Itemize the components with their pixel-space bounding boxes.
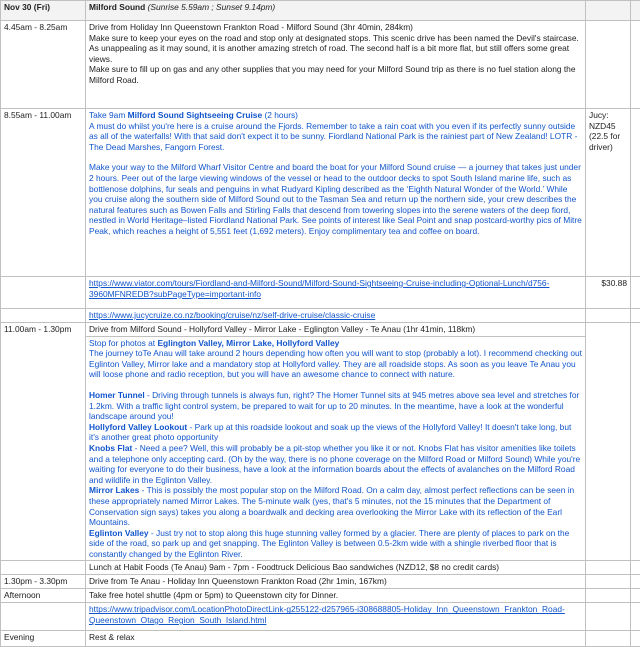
- drive-route: Drive from Milford Sound - Hollyford Val…: [89, 324, 582, 335]
- description-paragraph: Make your way to the Milford Wharf Visit…: [89, 162, 582, 236]
- cruise-heading: Take 9am Milford Sound Sightseeing Cruis…: [89, 110, 582, 121]
- schedule-row: https://www.tripadvisor.com/LocationPhot…: [1, 603, 640, 631]
- extra-cell[interactable]: [631, 109, 640, 277]
- cruise-name: Milford Sound Sightseeing Cruise: [128, 110, 262, 120]
- schedule-row: 8.55am - 11.00am Take 9am Milford Sound …: [1, 109, 640, 277]
- schedule-row: 11.00am - 1.30pm Drive from Milford Soun…: [1, 323, 640, 561]
- schedule-row: 4.45am - 8.25am Drive from Holiday Inn Q…: [1, 21, 640, 109]
- schedule-row: Lunch at Habit Foods (Te Anau) 9am - 7pm…: [1, 561, 640, 575]
- stop-text: - Need a pee? Well, this will probably b…: [89, 443, 580, 485]
- time-cell[interactable]: [1, 277, 86, 309]
- stop-name: Knobs Flat: [89, 443, 132, 453]
- price-cell[interactable]: [586, 575, 631, 589]
- description-cell[interactable]: https://www.viator.com/tours/Fiordland-a…: [86, 277, 586, 309]
- extra-cell[interactable]: [631, 323, 640, 561]
- description-paragraph: Drive from Holiday Inn Queenstown Frankt…: [89, 22, 582, 33]
- stop-eglinton-valley: Eglinton Valley - Just try not to stop a…: [89, 528, 582, 560]
- time-cell[interactable]: [1, 561, 86, 575]
- description-cell[interactable]: Take 9am Milford Sound Sightseeing Cruis…: [86, 109, 586, 277]
- description-cell[interactable]: Drive from Milford Sound - Hollyford Val…: [86, 323, 586, 561]
- price-cell[interactable]: [586, 1, 631, 21]
- stop-text: - Just try not to stop along this huge s…: [89, 528, 569, 559]
- extra-cell[interactable]: [631, 589, 640, 603]
- stop-text: - Driving through tunnels is always fun,…: [89, 390, 579, 421]
- time-cell[interactable]: Evening: [1, 631, 86, 647]
- extra-cell[interactable]: [631, 1, 640, 21]
- extra-cell[interactable]: [631, 575, 640, 589]
- description-cell[interactable]: Lunch at Habit Foods (Te Anau) 9am - 7pm…: [86, 561, 586, 575]
- price-cell[interactable]: [586, 323, 631, 561]
- price-cell[interactable]: $30.88: [586, 277, 631, 309]
- stop-name: Mirror Lakes: [89, 485, 139, 495]
- time-cell[interactable]: 4.45am - 8.25am: [1, 21, 86, 109]
- cell-divider: [86, 336, 585, 337]
- schedule-row: Afternoon Take free hotel shuttle (4pm o…: [1, 589, 640, 603]
- time-cell[interactable]: 11.00am - 1.30pm: [1, 323, 86, 561]
- description-cell[interactable]: Drive from Holiday Inn Queenstown Frankt…: [86, 21, 586, 109]
- stop-homer-tunnel: Homer Tunnel - Driving through tunnels i…: [89, 390, 582, 422]
- cruise-duration: (2 hours): [262, 110, 298, 120]
- paragraph-gap: [89, 380, 582, 390]
- time-cell[interactable]: Afternoon: [1, 589, 86, 603]
- description-cell[interactable]: https://www.jucycruize.co.nz/booking/cru…: [86, 309, 586, 323]
- stops-heading: Stop for photos at Eglington Valley, Mir…: [89, 338, 582, 349]
- stop-hollyford-lookout: Hollyford Valley Lookout - Park up at th…: [89, 422, 582, 443]
- description-paragraph: The journey toTe Anau will take around 2…: [89, 348, 582, 380]
- price-cell[interactable]: [586, 603, 631, 631]
- price-cell[interactable]: [586, 561, 631, 575]
- description-paragraph: A must do whilst you're here is a cruise…: [89, 121, 582, 153]
- stops-block: Stop for photos at Eglington Valley, Mir…: [89, 338, 582, 560]
- schedule-row: 1.30pm - 3.30pm Drive from Te Anau - Hol…: [1, 575, 640, 589]
- extra-cell[interactable]: [631, 561, 640, 575]
- schedule-row: Evening Rest & relax: [1, 631, 640, 647]
- itinerary-sheet: Nov 30 (Fri) Milford Sound (Sunrise 5.59…: [0, 0, 640, 647]
- price-cell[interactable]: [586, 631, 631, 647]
- title-cell[interactable]: Milford Sound (Sunrise 5.59am ; Sunset 9…: [86, 1, 586, 21]
- time-cell[interactable]: 8.55am - 11.00am: [1, 109, 86, 277]
- stop-name: Homer Tunnel: [89, 390, 145, 400]
- extra-cell[interactable]: [631, 277, 640, 309]
- time-cell[interactable]: [1, 603, 86, 631]
- stop-name: Eglinton Valley: [89, 528, 149, 538]
- description-paragraph: Make sure to fill up on gas and any othe…: [89, 64, 582, 85]
- sun-times: (Sunrise 5.59am ; Sunset 9.14pm): [148, 2, 276, 12]
- tripadvisor-link[interactable]: https://www.tripadvisor.com/LocationPhot…: [89, 604, 565, 625]
- date-cell[interactable]: Nov 30 (Fri): [1, 1, 86, 21]
- description-cell[interactable]: Take free hotel shuttle (4pm or 5pm) to …: [86, 589, 586, 603]
- stops-list: Eglington Valley, Mirror Lake, Hollyford…: [157, 338, 339, 348]
- stop-mirror-lakes: Mirror Lakes - This is possibly the most…: [89, 485, 582, 527]
- price-cell[interactable]: Jucy: NZD45 (22.5 for driver): [586, 109, 631, 277]
- stop-knobs-flat: Knobs Flat - Need a pee? Well, this will…: [89, 443, 582, 485]
- viator-link[interactable]: https://www.viator.com/tours/Fiordland-a…: [89, 278, 549, 299]
- description-cell[interactable]: Drive from Te Anau - Holiday Inn Queenst…: [86, 575, 586, 589]
- time-cell[interactable]: [1, 309, 86, 323]
- schedule-row: https://www.jucycruize.co.nz/booking/cru…: [1, 309, 640, 323]
- extra-cell[interactable]: [631, 631, 640, 647]
- header-row: Nov 30 (Fri) Milford Sound (Sunrise 5.59…: [1, 1, 640, 21]
- stops-prefix: Stop for photos at: [89, 338, 157, 348]
- schedule-row: https://www.viator.com/tours/Fiordland-a…: [1, 277, 640, 309]
- paragraph-gap: [89, 152, 582, 162]
- price-cell[interactable]: [586, 21, 631, 109]
- extra-cell[interactable]: [631, 309, 640, 323]
- stop-text: - This is possibly the most popular stop…: [89, 485, 574, 527]
- description-paragraph: Make sure to keep your eyes on the road …: [89, 33, 582, 65]
- jucy-link[interactable]: https://www.jucycruize.co.nz/booking/cru…: [89, 310, 375, 320]
- extra-cell[interactable]: [631, 21, 640, 109]
- time-cell[interactable]: 1.30pm - 3.30pm: [1, 575, 86, 589]
- day-title: Milford Sound: [89, 2, 145, 12]
- description-cell[interactable]: https://www.tripadvisor.com/LocationPhot…: [86, 603, 586, 631]
- stop-name: Hollyford Valley Lookout: [89, 422, 187, 432]
- description-cell[interactable]: Rest & relax: [86, 631, 586, 647]
- price-cell[interactable]: [586, 589, 631, 603]
- extra-cell[interactable]: [631, 603, 640, 631]
- price-cell[interactable]: [586, 309, 631, 323]
- cruise-prefix: Take 9am: [89, 110, 128, 120]
